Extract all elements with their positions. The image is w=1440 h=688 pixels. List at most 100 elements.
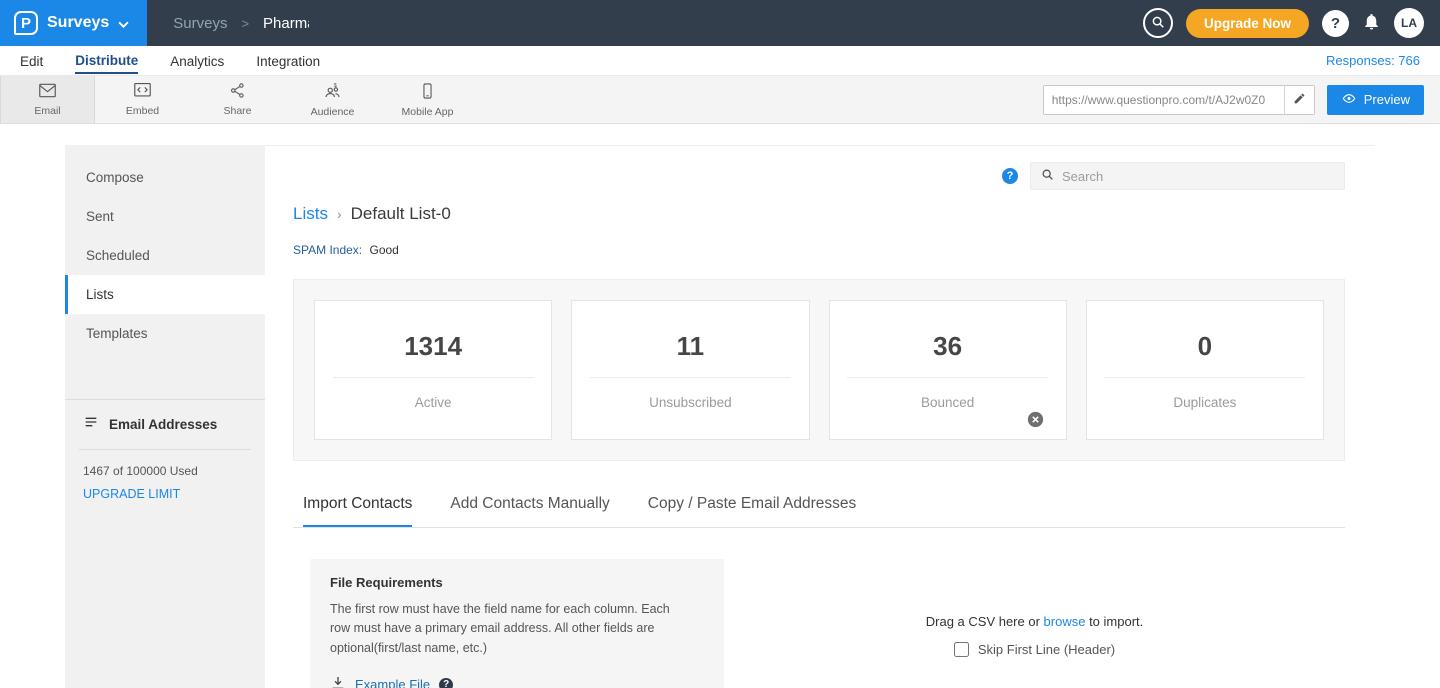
questionpro-logo-icon: P (14, 11, 38, 35)
contacts-search-input[interactable] (1062, 169, 1334, 184)
sidebar-item-sent[interactable]: Sent (65, 197, 265, 236)
tool-share[interactable]: Share (190, 76, 285, 123)
tab-integration[interactable]: Integration (256, 49, 320, 73)
app-switcher[interactable]: P Surveys (0, 0, 147, 46)
tool-mobile-app[interactable]: Mobile App (380, 76, 475, 123)
list-icon (83, 415, 99, 434)
search-button[interactable] (1143, 8, 1173, 38)
tool-mobile-app-label: Mobile App (402, 106, 454, 118)
spam-index-row: SPAM Index: Good (293, 243, 1345, 257)
file-requirements-box: File Requirements The first row must hav… (310, 559, 724, 688)
tab-edit[interactable]: Edit (20, 49, 43, 73)
duplicates-count: 0 (1087, 331, 1323, 362)
breadcrumb-separator: > (241, 16, 249, 31)
tab-copy-paste-emails[interactable]: Copy / Paste Email Addresses (648, 495, 857, 527)
share-icon (228, 82, 247, 102)
divider (847, 377, 1048, 378)
spam-index-value: Good (369, 243, 398, 257)
sidebar-item-templates[interactable]: Templates (65, 314, 265, 353)
search-icon (1151, 15, 1165, 32)
unsubscribed-count: 11 (572, 331, 808, 362)
panel-help-icon[interactable]: ? (1002, 168, 1018, 184)
email-sidebar: Compose Sent Scheduled Lists Templates E… (65, 146, 265, 688)
contacts-tabs: Import Contacts Add Contacts Manually Co… (293, 495, 1345, 528)
toolbar-right: Preview (1043, 76, 1440, 123)
sidebar-item-scheduled[interactable]: Scheduled (65, 236, 265, 275)
example-file-help-icon[interactable]: ? (439, 678, 453, 688)
browse-link[interactable]: browse (1044, 614, 1086, 629)
edit-url-button[interactable] (1284, 86, 1314, 114)
duplicates-label: Duplicates (1087, 395, 1323, 410)
tool-email[interactable]: Email (0, 76, 95, 123)
file-requirements-body: The first row must have the field name f… (330, 600, 690, 658)
tool-audience-label: Audience (311, 106, 355, 118)
embed-icon (132, 82, 153, 102)
distribute-toolbar: Email Embed Share $ Audience Mobile App (0, 76, 1440, 124)
import-contacts-area: File Requirements The first row must hav… (293, 559, 1345, 688)
divider (333, 377, 534, 378)
tool-audience[interactable]: $ Audience (285, 76, 380, 123)
skip-first-line-label: Skip First Line (Header) (978, 642, 1115, 657)
tool-share-label: Share (223, 105, 251, 117)
breadcrumb-separator: › (337, 206, 342, 222)
list-breadcrumb: Lists › Default List-0 (293, 204, 1345, 224)
topbar: P Surveys Surveys > Pharma Upgrade Now ?… (0, 0, 1440, 46)
pencil-icon (1293, 92, 1306, 108)
stat-card-active[interactable]: 1314 Active (314, 300, 552, 440)
sidebar-item-lists[interactable]: Lists (65, 275, 265, 314)
dropzone-instruction: Drag a CSV here or browse to import. (926, 614, 1144, 629)
content: Compose Sent Scheduled Lists Templates E… (65, 145, 1375, 688)
bounced-count: 36 (830, 331, 1066, 362)
spam-index-label[interactable]: SPAM Index: (293, 243, 362, 257)
bounced-block-icon[interactable] (1027, 411, 1044, 428)
example-file-row: Example File ? (330, 675, 704, 688)
tab-import-contacts[interactable]: Import Contacts (303, 495, 412, 527)
breadcrumb-lists-link[interactable]: Lists (293, 204, 328, 224)
lists-panel: ? Lists › Default List-0 SPAM Index: Goo… (265, 146, 1375, 688)
list-stats-panel: 1314 Active 11 Unsubscribed 36 Bounced 0 (293, 279, 1345, 461)
breadcrumb-surveys[interactable]: Surveys (173, 15, 227, 32)
notifications-button[interactable] (1362, 12, 1381, 34)
active-count: 1314 (315, 331, 551, 362)
topbar-actions: Upgrade Now ? LA (1143, 8, 1440, 38)
phone-icon (419, 82, 436, 103)
download-icon (330, 675, 346, 688)
skip-first-line-checkbox[interactable] (954, 642, 969, 657)
csv-dropzone[interactable]: Drag a CSV here or browse to import. Ski… (724, 559, 1345, 688)
responses-count[interactable]: Responses: 766 (1326, 53, 1420, 68)
email-usage-text: 1467 of 100000 Used (65, 450, 265, 482)
help-button[interactable]: ? (1322, 10, 1349, 37)
avatar[interactable]: LA (1394, 8, 1424, 38)
search-icon (1041, 168, 1054, 184)
contacts-search-box (1030, 162, 1345, 190)
tab-add-contacts-manually[interactable]: Add Contacts Manually (450, 495, 609, 527)
tab-analytics[interactable]: Analytics (170, 49, 224, 73)
tab-distribute[interactable]: Distribute (75, 48, 138, 74)
breadcrumb-current-list: Default List-0 (351, 204, 451, 224)
stat-card-duplicates[interactable]: 0 Duplicates (1086, 300, 1324, 440)
unsubscribed-label: Unsubscribed (572, 395, 808, 410)
preview-button[interactable]: Preview (1327, 85, 1424, 115)
stat-card-unsubscribed[interactable]: 11 Unsubscribed (571, 300, 809, 440)
dropzone-text-prefix: Drag a CSV here or (926, 614, 1044, 629)
envelope-icon (37, 82, 58, 102)
example-file-link[interactable]: Example File (355, 677, 430, 688)
tool-email-label: Email (34, 105, 60, 117)
divider (590, 377, 791, 378)
tool-embed-label: Embed (126, 105, 159, 117)
email-addresses-section: Email Addresses (65, 400, 265, 449)
tool-embed[interactable]: Embed (95, 76, 190, 123)
app-menu-label: Surveys (47, 14, 109, 32)
breadcrumb-survey-name[interactable]: Pharma (263, 15, 309, 32)
survey-nav: Edit Distribute Analytics Integration Re… (0, 46, 1440, 76)
upgrade-now-button[interactable]: Upgrade Now (1186, 9, 1309, 38)
chevron-down-icon (118, 15, 129, 31)
stat-card-bounced[interactable]: 36 Bounced (829, 300, 1067, 440)
divider (1104, 377, 1305, 378)
upgrade-limit-link[interactable]: UPGRADE LIMIT (65, 482, 265, 506)
panel-top-bar: ? (293, 162, 1345, 190)
survey-url-box (1043, 85, 1315, 115)
preview-button-label: Preview (1364, 92, 1410, 107)
sidebar-item-compose[interactable]: Compose (65, 158, 265, 197)
survey-url-input[interactable] (1044, 86, 1284, 114)
